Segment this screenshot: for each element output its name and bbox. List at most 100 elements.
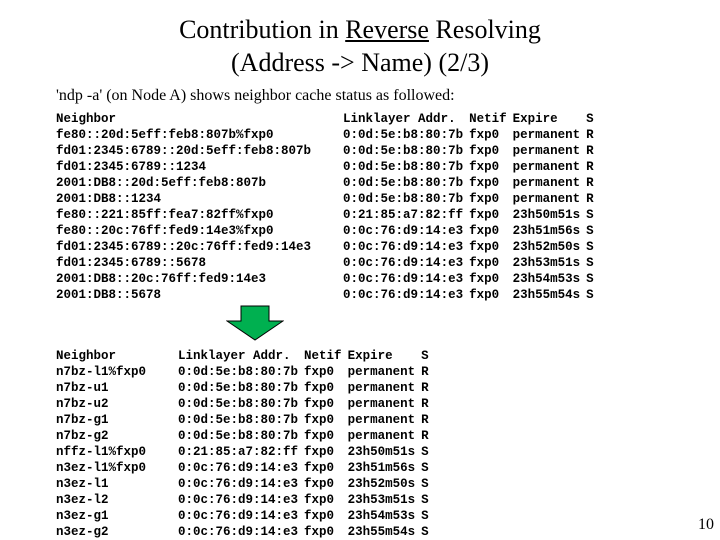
cell: permanent — [513, 143, 587, 159]
cell: permanent — [513, 191, 587, 207]
col-netif: Netif — [469, 111, 513, 127]
cell: 0:0d:5e:b8:80:7b — [317, 159, 469, 175]
col-neighbor: Neighbor — [56, 348, 152, 364]
cell: 23h54m53s — [348, 508, 422, 524]
cell: 23h55m54s — [513, 287, 587, 303]
table-row: fe80::20d:5eff:feb8:807b%fxp00:0d:5e:b8:… — [56, 127, 600, 143]
cell: 23h50m51s — [513, 207, 587, 223]
cell: fxp0 — [469, 191, 513, 207]
cell: 2001:DB8::5678 — [56, 287, 317, 303]
title-post: Resolving — [429, 15, 541, 44]
cell: S — [421, 524, 435, 540]
cell: permanent — [348, 364, 422, 380]
table-row: 2001:DB8::12340:0d:5e:b8:80:7bfxp0perman… — [56, 191, 600, 207]
cell: fxp0 — [304, 396, 348, 412]
ndp-table-after: Neighbor Linklayer Addr. Netif Expire S … — [56, 348, 435, 540]
cell: n7bz-u2 — [56, 396, 152, 412]
table-row: 2001:DB8::56780:0c:76:d9:14:e3fxp023h55m… — [56, 287, 600, 303]
intro-text: 'ndp -a' (on Node A) shows neighbor cach… — [0, 79, 720, 111]
table-row: fd01:2345:6789::56780:0c:76:d9:14:e3fxp0… — [56, 255, 600, 271]
cell: fxp0 — [469, 207, 513, 223]
cell: 0:0c:76:d9:14:e3 — [317, 271, 469, 287]
table-row: n7bz-g20:0d:5e:b8:80:7bfxp0permanentR — [56, 428, 435, 444]
cell: 0:0c:76:d9:14:e3 — [152, 476, 304, 492]
cell: 0:0c:76:d9:14:e3 — [152, 508, 304, 524]
cell: permanent — [513, 127, 587, 143]
col-expire: Expire — [513, 111, 587, 127]
cell: 2001:DB8::20c:76ff:fed9:14e3 — [56, 271, 317, 287]
cell: fe80::20d:5eff:feb8:807b%fxp0 — [56, 127, 317, 143]
cell: fxp0 — [469, 255, 513, 271]
cell: S — [421, 444, 435, 460]
cell: fxp0 — [469, 143, 513, 159]
cell: fxp0 — [304, 428, 348, 444]
cell: 23h53m51s — [348, 492, 422, 508]
cell: S — [586, 207, 600, 223]
cell: fd01:2345:6789::20c:76ff:fed9:14e3 — [56, 239, 317, 255]
cell: S — [586, 255, 600, 271]
cell: 23h52m50s — [348, 476, 422, 492]
cell: 0:0d:5e:b8:80:7b — [152, 364, 304, 380]
cell: fxp0 — [304, 460, 348, 476]
table-row: fd01:2345:6789::12340:0d:5e:b8:80:7bfxp0… — [56, 159, 600, 175]
cell: S — [586, 223, 600, 239]
table-row: n3ez-g20:0c:76:d9:14:e3fxp023h55m54sS — [56, 524, 435, 540]
cell: S — [421, 476, 435, 492]
cell: n3ez-l1 — [56, 476, 152, 492]
cell: fxp0 — [304, 364, 348, 380]
cell: S — [586, 287, 600, 303]
table-row: n3ez-g10:0c:76:d9:14:e3fxp023h54m53sS — [56, 508, 435, 524]
cell: fxp0 — [304, 444, 348, 460]
cell: 23h54m53s — [513, 271, 587, 287]
cell: 0:0c:76:d9:14:e3 — [317, 287, 469, 303]
cell: n3ez-l1%fxp0 — [56, 460, 152, 476]
table-row: n3ez-l1%fxp00:0c:76:d9:14:e3fxp023h51m56… — [56, 460, 435, 476]
cell: permanent — [348, 428, 422, 444]
cell: permanent — [513, 175, 587, 191]
col-neighbor: Neighbor — [56, 111, 317, 127]
cell: S — [421, 460, 435, 476]
cell: R — [421, 412, 435, 428]
cell: fxp0 — [469, 239, 513, 255]
cell: 0:0d:5e:b8:80:7b — [152, 396, 304, 412]
cell: R — [586, 191, 600, 207]
cell: 23h51m56s — [348, 460, 422, 476]
table-row: n7bz-u10:0d:5e:b8:80:7bfxp0permanentR — [56, 380, 435, 396]
cell: fe80::20c:76ff:fed9:14e3%fxp0 — [56, 223, 317, 239]
cell: R — [586, 175, 600, 191]
col-linklayer: Linklayer Addr. — [317, 111, 469, 127]
table-row: n3ez-l20:0c:76:d9:14:e3fxp023h53m51sS — [56, 492, 435, 508]
col-s: S — [586, 111, 600, 127]
cell: n7bz-g2 — [56, 428, 152, 444]
cell: n7bz-u1 — [56, 380, 152, 396]
cell: fxp0 — [469, 271, 513, 287]
cell: 23h55m54s — [348, 524, 422, 540]
cell: n3ez-g1 — [56, 508, 152, 524]
cell: 23h52m50s — [513, 239, 587, 255]
cell: fe80::221:85ff:fea7:82ff%fxp0 — [56, 207, 317, 223]
cell: 0:0d:5e:b8:80:7b — [152, 412, 304, 428]
cell: 0:0d:5e:b8:80:7b — [152, 428, 304, 444]
cell: n3ez-l2 — [56, 492, 152, 508]
table-row: fe80::20c:76ff:fed9:14e3%fxp00:0c:76:d9:… — [56, 223, 600, 239]
table-header-row: Neighbor Linklayer Addr. Netif Expire S — [56, 111, 600, 127]
cell: 0:0d:5e:b8:80:7b — [317, 143, 469, 159]
slide: Contribution in Reverse Resolving (Addre… — [0, 0, 720, 540]
cell: n7bz-l1%fxp0 — [56, 364, 152, 380]
cell: fxp0 — [304, 492, 348, 508]
cell: R — [421, 364, 435, 380]
table-row: nffz-l1%fxp00:21:85:a7:82:fffxp023h50m51… — [56, 444, 435, 460]
cell: fxp0 — [469, 127, 513, 143]
cell: S — [421, 492, 435, 508]
table-row: 2001:DB8::20d:5eff:feb8:807b0:0d:5e:b8:8… — [56, 175, 600, 191]
title-underline: Reverse — [345, 15, 429, 44]
cell: 0:0c:76:d9:14:e3 — [152, 492, 304, 508]
cell: n3ez-g2 — [56, 524, 152, 540]
cell: 0:0c:76:d9:14:e3 — [317, 239, 469, 255]
slide-title: Contribution in Reverse Resolving (Addre… — [0, 0, 720, 79]
table-row: n7bz-u20:0d:5e:b8:80:7bfxp0permanentR — [56, 396, 435, 412]
cell: R — [586, 127, 600, 143]
table-row: fe80::221:85ff:fea7:82ff%fxp00:21:85:a7:… — [56, 207, 600, 223]
cell: fxp0 — [304, 524, 348, 540]
cell: nffz-l1%fxp0 — [56, 444, 152, 460]
